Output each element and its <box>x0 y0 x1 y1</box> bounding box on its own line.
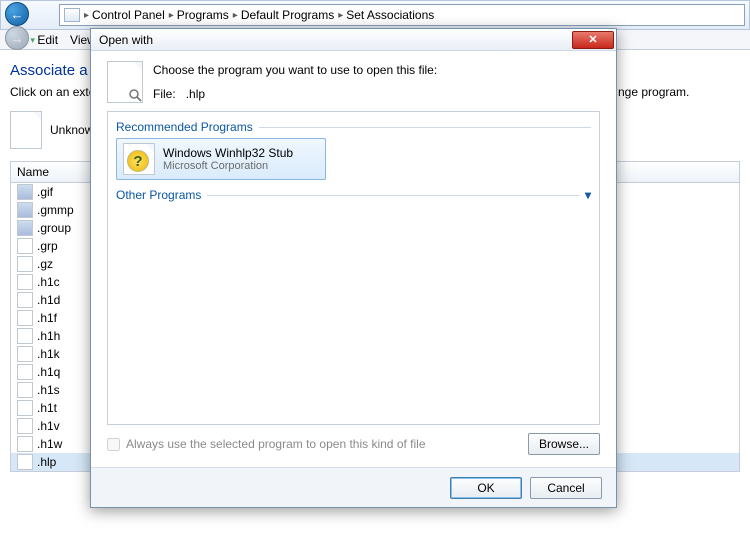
ext-cell: .gif <box>37 185 53 199</box>
ext-cell: .h1t <box>37 401 57 415</box>
back-button[interactable]: ← <box>5 2 29 26</box>
filetype-icon <box>17 400 33 416</box>
ext-cell: .h1w <box>37 437 62 451</box>
program-name: Windows Winhlp32 Stub <box>163 146 293 160</box>
crumb[interactable]: Control Panel <box>92 8 165 22</box>
nav-buttons: ← → ▾ <box>5 2 55 28</box>
ext-cell: .h1f <box>37 311 57 325</box>
cancel-button[interactable]: Cancel <box>530 477 602 499</box>
always-use-checkbox: Always use the selected program to open … <box>107 437 426 451</box>
ext-cell: .h1q <box>37 365 60 379</box>
chevron-right-icon: ▸ <box>169 10 174 21</box>
address-bar[interactable]: ▸Control Panel ▸Programs ▸Default Progra… <box>59 4 745 26</box>
file-label: File: <box>153 87 176 101</box>
filetype-icon <box>17 454 33 470</box>
recommended-header: Recommended Programs <box>116 120 591 134</box>
dialog-prompt: Choose the program you want to use to op… <box>153 61 437 79</box>
ok-button[interactable]: OK <box>450 477 522 499</box>
filetype-icon <box>17 346 33 362</box>
filetype-icon <box>17 202 33 218</box>
program-item[interactable]: ? Windows Winhlp32 Stub Microsoft Corpor… <box>116 138 326 180</box>
filetype-icon <box>17 418 33 434</box>
filetype-icon <box>17 310 33 326</box>
folder-icon <box>64 8 80 22</box>
ext-cell: .hlp <box>37 455 56 469</box>
browse-button[interactable]: Browse... <box>528 433 600 455</box>
always-use-check-input <box>107 438 120 451</box>
filetype-icon <box>17 382 33 398</box>
filetype-icon <box>17 292 33 308</box>
ext-cell: .h1c <box>37 275 60 289</box>
programs-group: Recommended Programs ? Windows Winhlp32 … <box>107 111 600 425</box>
crumb[interactable]: Set Associations <box>346 8 434 22</box>
file-extension: .hlp <box>186 87 205 101</box>
crumb[interactable]: Programs <box>177 8 229 22</box>
filetype-icon <box>17 274 33 290</box>
ext-cell: .group <box>37 221 71 235</box>
ext-cell: .h1v <box>37 419 60 433</box>
crumb[interactable]: Default Programs <box>241 8 334 22</box>
ext-cell: .gmmp <box>37 203 74 217</box>
ext-cell: .h1s <box>37 383 60 397</box>
dialog-title-text: Open with <box>99 33 153 47</box>
nav-history-drop-icon[interactable]: ▾ <box>30 35 35 45</box>
open-with-dialog: Open with ✕ Choose the program you want … <box>90 28 617 508</box>
filetype-icon <box>17 328 33 344</box>
ext-cell: .h1d <box>37 293 60 307</box>
help-file-icon: ? <box>123 143 155 175</box>
filetype-icon <box>17 256 33 272</box>
file-icon <box>10 111 42 149</box>
file-icon <box>107 61 143 103</box>
filetype-icon <box>17 238 33 254</box>
dialog-titlebar[interactable]: Open with ✕ <box>91 29 616 51</box>
chevron-down-icon: ▾ <box>585 188 591 202</box>
ext-cell: .grp <box>37 239 58 253</box>
forward-button[interactable]: → <box>5 26 29 50</box>
filetype-icon <box>17 436 33 452</box>
chevron-right-icon: ▸ <box>233 10 238 21</box>
ext-cell: .gz <box>37 257 53 271</box>
search-icon <box>128 88 144 104</box>
filetype-icon <box>17 364 33 380</box>
other-programs-header[interactable]: Other Programs ▾ <box>116 188 591 202</box>
program-vendor: Microsoft Corporation <box>163 160 293 172</box>
menu-edit[interactable]: Edit <box>37 33 58 47</box>
ext-cell: .h1k <box>37 347 60 361</box>
selected-file-label: Unknow <box>50 123 93 137</box>
filetype-icon <box>17 184 33 200</box>
chevron-right-icon: ▸ <box>84 10 89 21</box>
chevron-right-icon: ▸ <box>338 10 343 21</box>
close-button[interactable]: ✕ <box>572 31 614 49</box>
filetype-icon <box>17 220 33 236</box>
address-bar-row: ← → ▾ ▸Control Panel ▸Programs ▸Default … <box>0 0 750 30</box>
ext-cell: .h1h <box>37 329 60 343</box>
dialog-footer: OK Cancel <box>91 467 616 507</box>
